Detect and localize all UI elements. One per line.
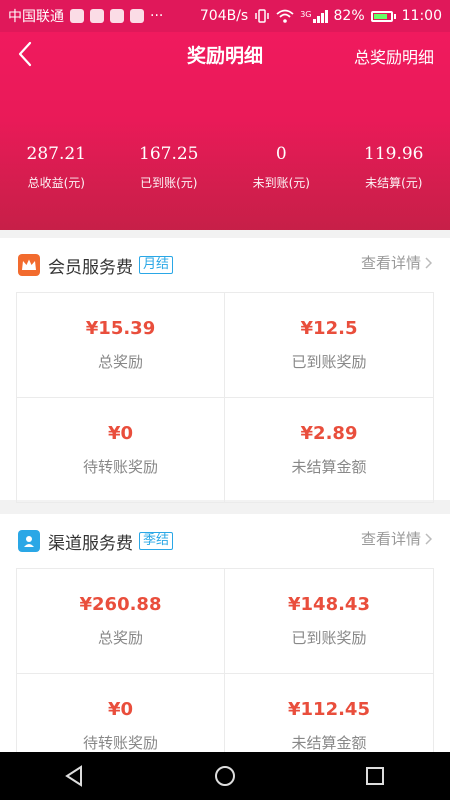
chevron-right-icon <box>425 256 432 269</box>
cell-label: 待转账奖励 <box>82 458 158 476</box>
crown-icon <box>18 254 40 276</box>
app-notification-icon <box>70 9 84 23</box>
stat-total-income: 287.21 总收益(元) <box>0 144 113 191</box>
view-details-link[interactable]: 查看详情 <box>361 528 432 549</box>
cell-label: 未结算金额 <box>291 734 367 752</box>
cell-value: ¥148.43 <box>288 594 370 615</box>
cell-value: ¥15.39 <box>85 318 156 339</box>
recent-apps-icon[interactable] <box>364 765 386 787</box>
cell-label: 未结算金额 <box>291 458 367 476</box>
more-icon: ··· <box>150 8 164 24</box>
cell-value: ¥12.5 <box>300 318 358 339</box>
cell-value: ¥260.88 <box>79 594 162 615</box>
home-circle-icon[interactable] <box>214 765 236 787</box>
stat-not-received: 0 未到账(元) <box>225 144 338 191</box>
stat-value: 167.25 <box>139 144 199 164</box>
stat-label: 未到账(元) <box>252 176 310 190</box>
cell-value: ¥0 <box>107 423 134 444</box>
received-reward-cell: ¥12.5 已到账奖励 <box>225 293 433 398</box>
settlement-tag: 季结 <box>139 532 174 550</box>
clock: 11:00 <box>401 8 442 24</box>
nav-bar: 奖励明细 总奖励明细 <box>0 32 450 76</box>
stat-label: 已到账(元) <box>140 176 198 190</box>
cell-label: 总奖励 <box>97 629 143 647</box>
unsettled-amount-cell: ¥112.45 未结算金额 <box>225 674 433 752</box>
cell-label: 已到账奖励 <box>291 353 367 371</box>
cell-signal-icon: 3G <box>300 9 328 23</box>
section-header: 渠道服务费 季结 查看详情 <box>0 514 450 568</box>
reward-grid: ¥15.39 总奖励 ¥12.5 已到账奖励 ¥0 待转账奖励 ¥2.89 未结… <box>16 292 434 503</box>
stat-value: 0 <box>275 144 287 164</box>
pending-transfer-cell: ¥0 待转账奖励 <box>17 674 225 752</box>
system-nav-bar <box>0 752 450 800</box>
section-header: 会员服务费 月结 查看详情 <box>0 238 450 292</box>
stat-label: 总收益(元) <box>27 176 85 190</box>
reward-grid: ¥260.88 总奖励 ¥148.43 已到账奖励 ¥0 待转账奖励 ¥112.… <box>16 568 434 752</box>
usb-icon <box>90 9 104 23</box>
settlement-tag: 月结 <box>139 256 174 274</box>
header: 奖励明细 总奖励明细 287.21 总收益(元) 167.25 已到账(元) 0… <box>0 32 450 230</box>
section-title: 渠道服务费 <box>48 533 133 554</box>
signal-type-label: 3G <box>300 9 312 19</box>
received-reward-cell: ¥148.43 已到账奖励 <box>225 569 433 674</box>
total-reward-cell: ¥15.39 总奖励 <box>17 293 225 398</box>
member-service-fee-section: 会员服务费 月结 查看详情 ¥15.39 总奖励 ¥12.5 已到账奖励 ¥0 … <box>0 238 450 503</box>
message-icon <box>110 9 124 23</box>
unsettled-amount-cell: ¥2.89 未结算金额 <box>225 398 433 502</box>
total-reward-detail-link[interactable]: 总奖励明细 <box>354 44 434 68</box>
stat-received: 167.25 已到账(元) <box>113 144 226 191</box>
view-details-link[interactable]: 查看详情 <box>361 252 432 273</box>
location-person-icon <box>18 530 40 552</box>
vibrate-icon <box>255 9 269 23</box>
wifi-icon <box>276 9 294 23</box>
chevron-right-icon <box>425 532 432 545</box>
stat-value: 119.96 <box>364 144 424 164</box>
cell-value: ¥2.89 <box>300 423 358 444</box>
cell-label: 待转账奖励 <box>82 734 158 752</box>
section-title: 会员服务费 <box>48 257 133 278</box>
view-details-label: 查看详情 <box>360 530 421 548</box>
battery-percent: 82% <box>333 8 365 24</box>
stat-value: 287.21 <box>26 144 86 164</box>
summary-stats: 287.21 总收益(元) 167.25 已到账(元) 0 未到账(元) 119… <box>0 144 450 191</box>
view-details-label: 查看详情 <box>360 254 421 272</box>
image-icon <box>130 9 144 23</box>
battery-icon <box>370 10 396 22</box>
cell-value: ¥0 <box>107 699 134 720</box>
pending-transfer-cell: ¥0 待转账奖励 <box>17 398 225 502</box>
network-speed: 704B/s <box>199 8 249 24</box>
channel-service-fee-section: 渠道服务费 季结 查看详情 ¥260.88 总奖励 ¥148.43 已到账奖励 … <box>0 514 450 752</box>
stat-unsettled: 119.96 未结算(元) <box>338 144 450 191</box>
status-bar: 中国联通 ··· 704B/s 3G 82% 11:00 <box>0 0 450 32</box>
cell-value: ¥112.45 <box>288 699 370 720</box>
back-triangle-icon[interactable] <box>64 765 86 787</box>
cell-label: 总奖励 <box>97 353 143 371</box>
stat-label: 未结算(元) <box>365 176 423 190</box>
cell-label: 已到账奖励 <box>291 629 367 647</box>
carrier-label: 中国联通 <box>8 9 64 25</box>
back-icon[interactable] <box>14 40 38 68</box>
total-reward-cell: ¥260.88 总奖励 <box>17 569 225 674</box>
